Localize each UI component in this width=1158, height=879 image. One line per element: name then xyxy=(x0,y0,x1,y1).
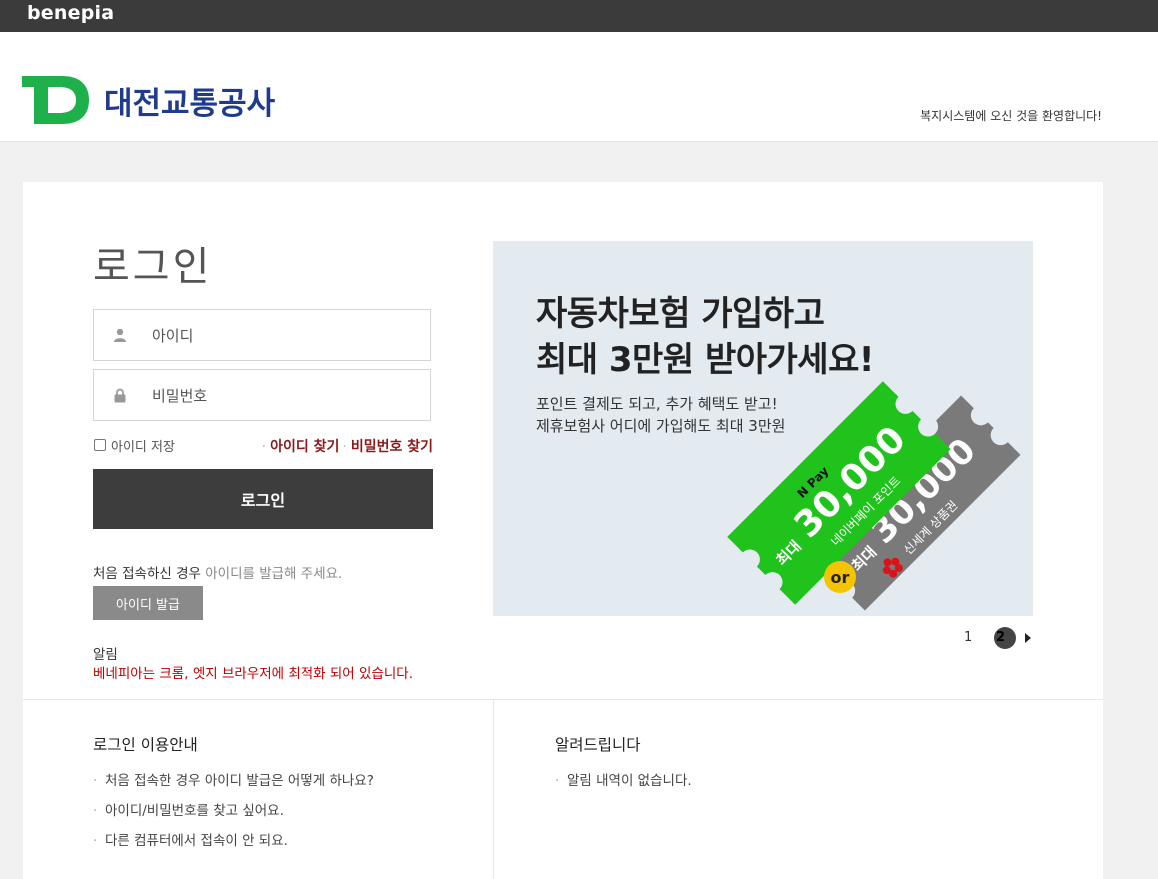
divider xyxy=(23,699,1103,700)
td-logo-mark-icon xyxy=(22,76,89,124)
ticket-illustration: 최대 30,000 신세계 상품권 N Pay 최대 30,000 네이버페이 … xyxy=(727,381,1021,611)
separator-dot: · xyxy=(342,439,347,455)
top-bar: benepia xyxy=(0,0,1158,32)
guide-item[interactable]: 처음 접속한 경우 아이디 발급은 어떻게 하나요? xyxy=(93,772,374,802)
pager-page-1[interactable]: 1 xyxy=(964,630,972,645)
browser-notice: 베네피아는 크롬, 엣지 브라우저에 최적화 되어 있습니다. xyxy=(93,666,413,682)
id-input[interactable]: 아이디 xyxy=(152,325,193,346)
login-guide-title: 로그인 이용안내 xyxy=(93,736,198,754)
or-label: or xyxy=(831,568,850,587)
password-field[interactable]: 비밀번호 xyxy=(93,369,431,421)
user-icon xyxy=(94,328,146,342)
announcements-list: 알림 내역이 없습니다. xyxy=(555,772,692,802)
benepia-logo[interactable]: benepia xyxy=(27,2,114,24)
login-guide-list: 처음 접속한 경우 아이디 발급은 어떻게 하나요? 아이디/비밀번호를 찾고 … xyxy=(93,772,374,862)
save-id-label[interactable]: 아이디 저장 xyxy=(111,436,175,455)
find-password-link[interactable]: 비밀번호 찾기 xyxy=(351,439,433,455)
first-access-hint: 아이디를 발급해 주세요. xyxy=(205,566,343,582)
save-id-row: 아이디 저장 · 아이디 찾기 · 비밀번호 찾기 xyxy=(93,436,433,456)
save-id-checkbox[interactable] xyxy=(94,439,106,451)
notice-label: 알림 xyxy=(93,647,118,663)
divider xyxy=(493,700,494,879)
company-logo[interactable]: 대전교통공사 xyxy=(22,75,275,125)
company-name: 대전교통공사 xyxy=(104,85,276,122)
id-field[interactable]: 아이디 xyxy=(93,309,431,361)
login-card: 로그인 아이디 비밀번호 아이디 저장 · 아이디 찾기 · 비밀번호 찾기 로그인 … xyxy=(23,182,1103,879)
lock-icon xyxy=(94,388,146,403)
login-button[interactable]: 로그인 xyxy=(93,469,433,529)
page-title: 로그인 xyxy=(93,244,213,290)
guide-item[interactable]: 아이디/비밀번호를 찾고 싶어요. xyxy=(93,802,374,832)
issue-id-button[interactable]: 아이디 발급 xyxy=(93,586,203,620)
password-input[interactable]: 비밀번호 xyxy=(152,385,207,406)
find-links: · 아이디 찾기 · 비밀번호 찾기 xyxy=(259,436,433,456)
announcement-item: 알림 내역이 없습니다. xyxy=(555,772,692,802)
promo-banner[interactable]: 자동차보험 가입하고 최대 3만원 받아가세요! 포인트 결제도 되고, 추가 … xyxy=(493,241,1033,616)
find-id-link[interactable]: 아이디 찾기 xyxy=(270,439,339,455)
welcome-message: 복지시스템에 오신 것을 환영합니다! xyxy=(920,109,1102,123)
triangle-right-icon[interactable] xyxy=(1025,633,1031,643)
guide-item[interactable]: 다른 컴퓨터에서 접속이 안 되요. xyxy=(93,832,374,862)
separator-dot: · xyxy=(261,439,267,455)
banner-pager: 1 2 xyxy=(963,627,1033,649)
announcements-title: 알려드립니다 xyxy=(555,736,641,754)
first-access-label: 처음 접속하신 경우 xyxy=(93,566,201,582)
pager-page-2[interactable]: 2 xyxy=(994,627,1016,649)
header: 대전교통공사 복지시스템에 오신 것을 환영합니다! xyxy=(0,32,1158,142)
first-access-text: 처음 접속하신 경우 아이디를 발급해 주세요. xyxy=(93,562,342,582)
